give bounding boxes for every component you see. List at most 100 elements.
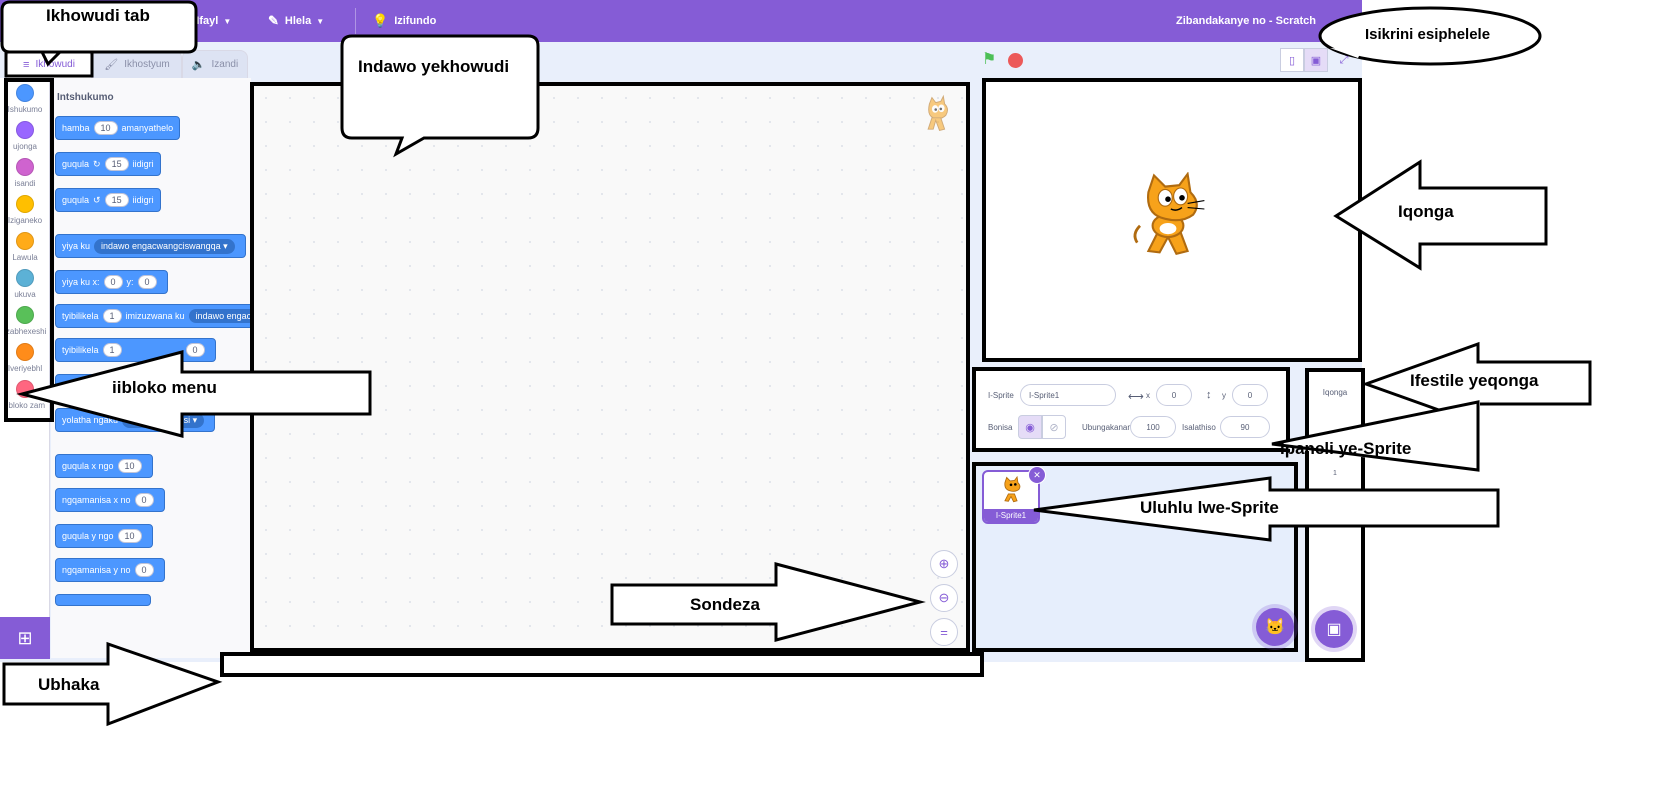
block-text: tyibilikela [62,345,99,355]
block-go-to-xy[interactable]: yiya ku x: 0 y: 0 [55,270,168,294]
block-input[interactable]: 15 [104,157,129,171]
category-sound[interactable]: isandi [0,158,50,188]
block-input[interactable]: 1 [102,343,122,357]
block-turn-left[interactable]: guqula ↺ 15 iidigri [55,188,161,212]
tab-costumes[interactable]: 🖌 Ikhostyum [92,50,182,78]
block-input[interactable]: 0 [134,493,154,507]
category-dot [16,121,34,139]
zoom-out-button[interactable]: ⊖ [930,584,958,612]
show-hidden-button[interactable]: ⊘ [1042,415,1066,439]
large-stage-icon: ▣ [1310,54,1322,67]
block-set-x[interactable]: ngqamanisa x no 0 [55,488,165,512]
block-text: hamba [62,123,90,133]
block-glide-to[interactable]: tyibilikela 1 imizuzwana ku indawo engac [55,304,251,328]
category-motion[interactable]: Ishukumo [0,84,50,114]
block-input[interactable]: 1 [102,309,122,323]
direction-label: Isalathiso [1182,423,1216,432]
category-operators[interactable]: Izabhexeshi [0,306,50,336]
zoom-reset-button[interactable]: = [930,618,958,646]
block-set-y[interactable]: ngqamanisa y no 0 [55,558,165,582]
zoom-in-button[interactable]: ⊕ [930,550,958,578]
block-input[interactable]: 0 [134,563,154,577]
direction-field[interactable]: 90 [1220,416,1270,438]
green-flag-button[interactable]: ⚑ [982,52,998,68]
stage-target-panel[interactable]: Iqonga 1 ▣ [1305,368,1365,662]
sprite-name-field[interactable]: I-Sprite1 [1020,384,1116,406]
block-input[interactable]: 10 [117,459,142,473]
category-label: Ishukumo [7,105,43,114]
close-icon: ✕ [1033,469,1041,480]
block-input[interactable]: 10 [93,121,118,135]
block-input[interactable]: 0 [103,275,123,289]
block-text: ngqamanisa y no [62,565,131,575]
block-go-to[interactable]: yiya ku indawo engacwangciswangqa ▾ [55,234,246,258]
block-text: guqula y ngo [62,531,114,541]
sprite-tile-label: I-Sprite1 [984,509,1038,522]
annotation-code-area: Indawo yekhowudi [358,57,510,76]
rotate-left-icon: ↺ [93,194,101,205]
choose-backdrop-button[interactable]: ▣ [1315,610,1353,648]
category-looks[interactable]: ujonga [0,121,50,151]
block-dropdown[interactable]: indawo engacwangciswangqa ▾ [94,238,235,254]
category-dot [16,380,34,398]
category-events[interactable]: Iziganeko [0,195,50,225]
eye-icon: ◉ [1025,421,1035,434]
fullscreen-button[interactable]: ⤢ [1332,48,1356,72]
file-menu[interactable]: ▤ Ifayl ▼ [178,0,231,42]
block-dropdown[interactable]: impuku salithisi ▾ [122,412,205,428]
block-input[interactable]: 10 [117,529,142,543]
block-point-towards[interactable]: yolatha ngaku impuku salithisi ▾ [55,408,216,432]
y-field[interactable]: 0 [1232,384,1268,406]
block-text: iidigri [132,159,154,169]
block-move-steps[interactable]: hamba 10 amanyathelo [55,116,181,140]
sprite-watermark-icon [927,94,948,132]
block-input[interactable]: 0 [185,343,205,357]
edit-menu[interactable]: ✎ Hlela ▼ [268,0,324,42]
block-glide-to-xy[interactable]: tyibilikela 1 0 [55,338,216,362]
block-change-x[interactable]: guqula x ngo 10 [55,454,153,478]
add-extension-button[interactable]: ⊞ [0,617,50,659]
x-field[interactable]: 0 [1156,384,1192,406]
tutorials-menu[interactable]: 💡 Izifundo [372,0,436,42]
show-visible-button[interactable]: ◉ [1018,415,1042,439]
tab-sounds-label: Izandi [211,59,239,70]
horizontal-scrollbar[interactable] [220,652,984,677]
category-dot [16,158,34,176]
code-workspace[interactable]: ⊕ ⊖ = [250,82,970,652]
project-title[interactable]: Zibandakanye no - Scratch [1176,0,1316,42]
blocks-palette: Intshukumo hamba 10 amanyathelo guqula ↻… [51,78,251,658]
block-dropdown[interactable]: indawo engac [188,309,251,323]
cat-sprite[interactable] [1126,172,1210,260]
block-change-y[interactable]: guqula y ngo 10 [55,524,153,548]
size-field[interactable]: 100 [1130,416,1176,438]
annotation-scrollbar: Ubhaka [38,675,100,694]
block-input[interactable]: 0 [137,275,157,289]
category-dot [16,343,34,361]
block-partial[interactable] [55,594,151,606]
y-label: y [1222,391,1226,400]
stage[interactable] [982,78,1362,362]
block-turn-right[interactable]: guqula ↻ 15 iidigri [55,152,161,176]
category-label: ujonga [12,142,38,151]
sprite-info-panel: I-Sprite I-Sprite1 ⟷ x 0 ↕ y 0 Bonisa ◉ … [972,367,1290,452]
tab-costumes-label: Ikhostyum [124,59,170,70]
category-my-blocks[interactable]: iibloko zam [0,380,50,410]
category-dot [16,84,34,102]
block-text: guqula [62,195,90,205]
choose-sprite-button[interactable]: 🐱 [1256,608,1294,646]
category-control[interactable]: Lawula [0,232,50,262]
annotation-sprite-list: Uluhlu lwe-Sprite [1140,498,1279,517]
delete-sprite-button[interactable]: ✕ [1028,466,1046,484]
category-sensing[interactable]: ukuva [0,269,50,299]
annotation-code-tab: Ikhowudi tab [46,6,150,25]
stop-button[interactable] [1008,53,1023,68]
block-input[interactable]: 15 [104,193,129,207]
large-stage-button[interactable]: ▣ [1304,48,1328,72]
small-stage-button[interactable]: ▯ [1280,48,1304,72]
category-dot [16,269,34,287]
category-label: ukuva [14,290,36,299]
tab-code[interactable]: ≡ Ikhowudi [6,50,92,78]
tab-sounds[interactable]: 🔈 Izandi [182,50,248,78]
category-variables[interactable]: Iveriyebhl [0,343,50,373]
code-icon: ≡ [23,58,30,71]
